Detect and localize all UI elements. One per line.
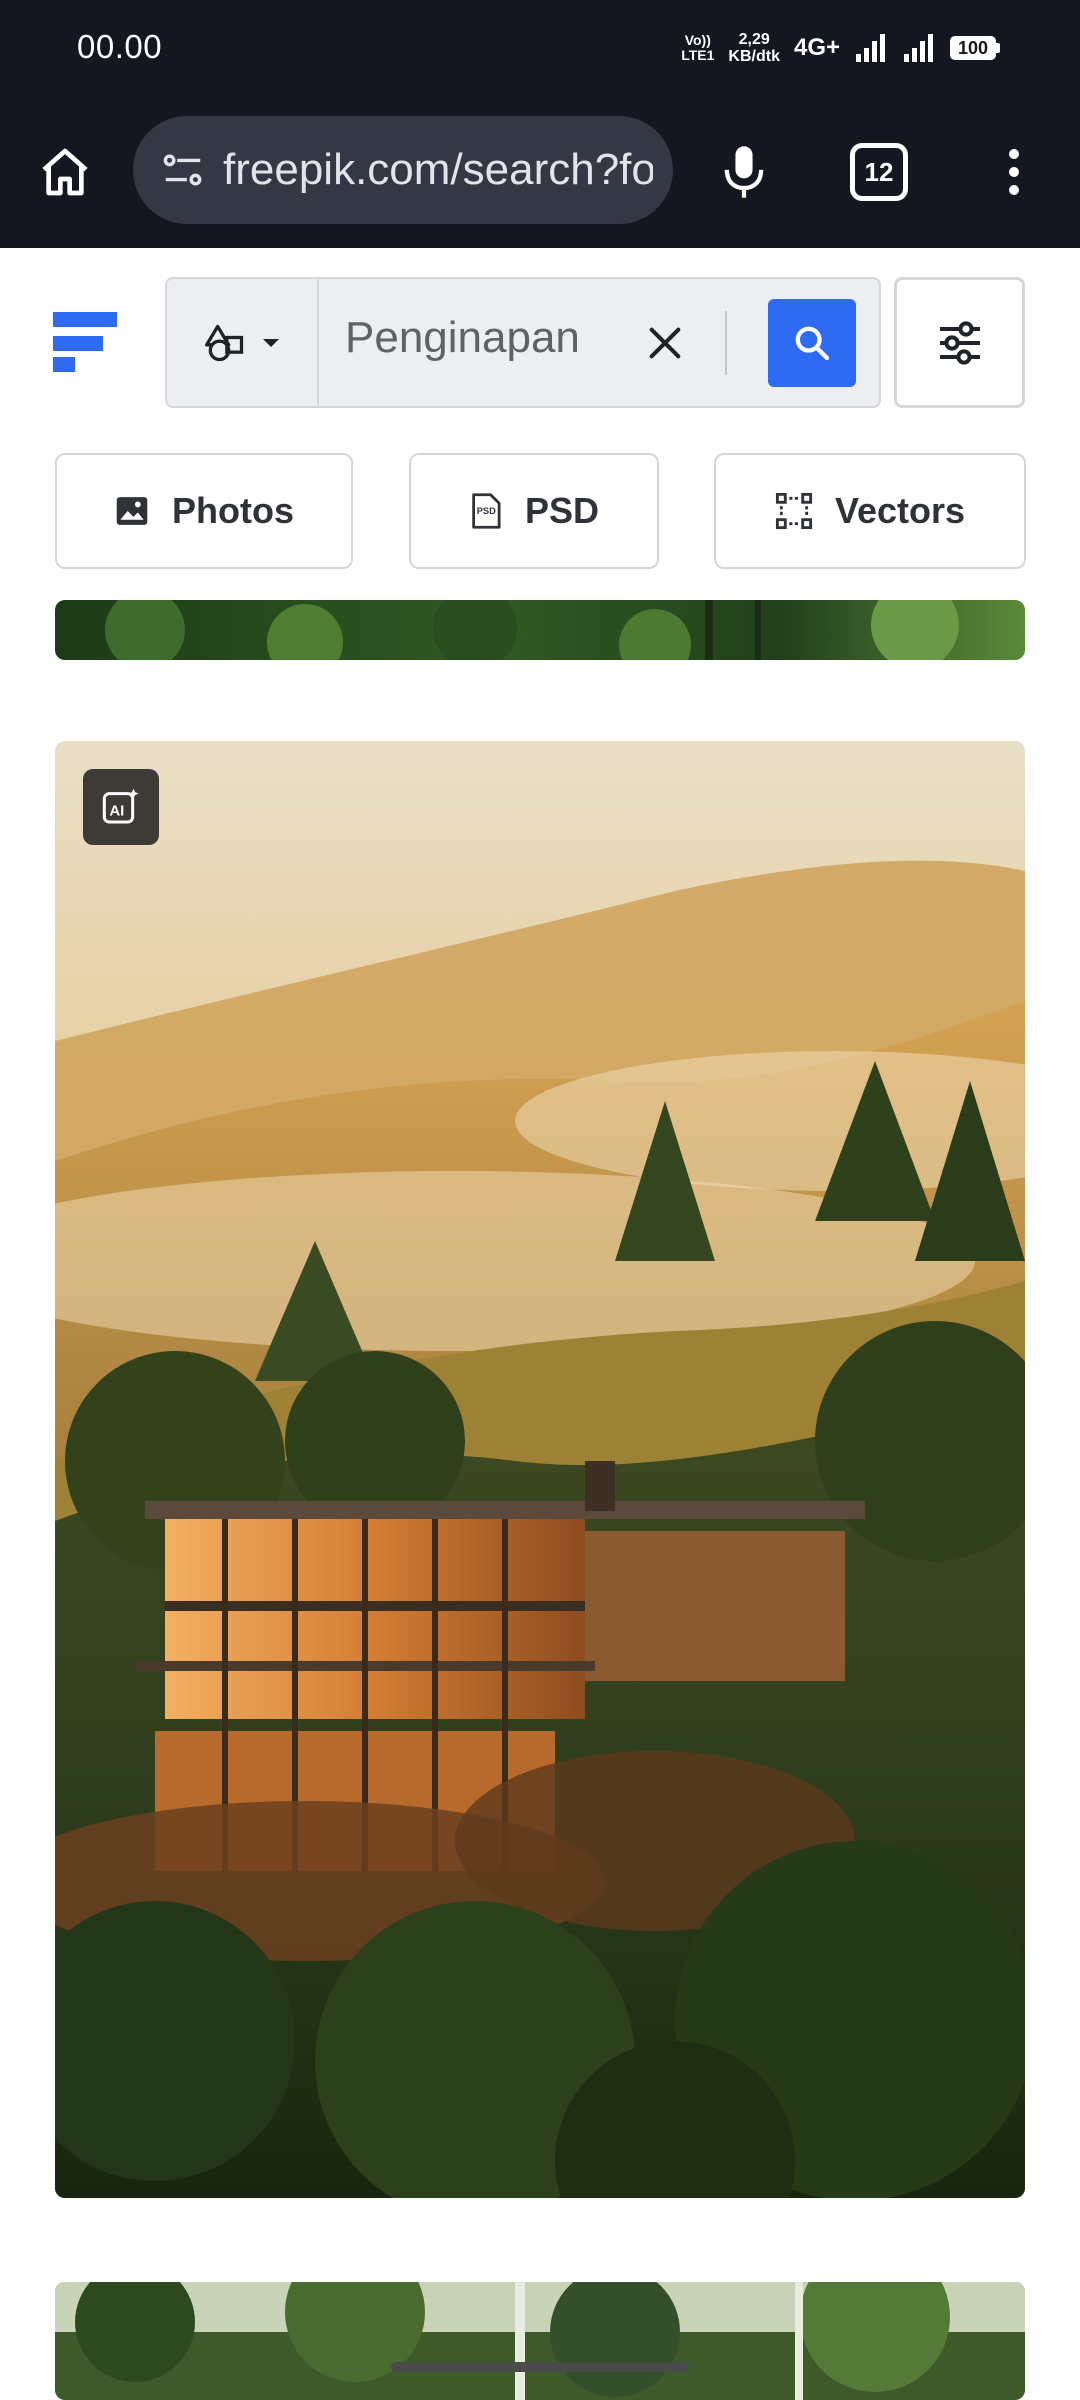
tab-switcher-button[interactable]: 12 [850,143,908,201]
more-vert-icon [1009,149,1019,195]
voice-search-button[interactable] [712,140,776,204]
battery-level: 100 [950,36,996,60]
clear-search-button[interactable] [637,315,693,371]
caret-down-icon [263,338,279,347]
browser-toolbar: freepik.com/search?format=search&query=P… [0,96,1080,248]
svg-text:AI: AI [109,802,124,819]
home-button[interactable] [33,140,97,204]
chip-vectors-label: Vectors [834,490,966,531]
signal-icon [856,34,885,62]
svg-text:PSD: PSD [477,506,496,516]
status-bar: 00.00 Vo)) LTE1 2,29 KB/dtk 4G+ 100 [0,0,1080,96]
signal-icon-2 [904,34,933,62]
site-info-button[interactable] [157,144,209,196]
shapes-icon [205,324,244,361]
network-type: 4G+ [793,34,840,61]
network-speed: 2,29 KB/dtk [728,31,780,65]
psd-file-icon: PSD [472,493,501,529]
gesture-navigation-bar[interactable] [391,2362,689,2372]
result-image-main[interactable]: AI [55,741,1025,2198]
search-icon [795,326,830,361]
status-icons: Vo)) LTE1 2,29 KB/dtk 4G+ 100 [681,24,1000,72]
result-image-next[interactable] [55,2282,1025,2400]
search-divider [725,311,727,375]
vector-icon [775,492,813,530]
chip-psd[interactable]: PSD PSD [409,453,659,569]
url-text[interactable]: freepik.com/search?format=search&query=P… [223,145,653,195]
chip-photos-label: Photos [172,490,294,531]
home-icon [42,148,88,196]
tab-count: 12 [864,156,894,187]
battery-icon: 100 [950,36,1000,60]
filters-button[interactable] [894,277,1025,408]
address-bar[interactable]: freepik.com/search?format=search&query=P… [133,116,673,224]
page: 00.00 Vo)) LTE1 2,29 KB/dtk 4G+ 100 free… [0,0,1080,2400]
ai-generated-icon: AI [102,788,139,824]
chip-vectors[interactable]: Vectors [714,453,1026,569]
ai-generated-badge: AI [83,769,159,845]
result-image-previous[interactable] [55,600,1025,660]
search-bar: Penginapan [165,277,881,408]
volte-indicator: Vo)) LTE1 [681,32,715,63]
chip-photos[interactable]: Photos [55,453,353,569]
site-info-icon [163,154,202,186]
freepik-logo[interactable] [53,312,117,372]
search-button[interactable] [768,299,856,387]
microphone-icon [724,146,764,198]
asset-type-dropdown[interactable] [167,279,319,406]
sliders-icon [939,320,980,365]
more-options-button[interactable] [990,140,1038,204]
image-icon [116,497,148,525]
status-time: 00.00 [77,28,163,65]
close-icon [649,327,681,359]
chip-psd-label: PSD [524,490,600,531]
